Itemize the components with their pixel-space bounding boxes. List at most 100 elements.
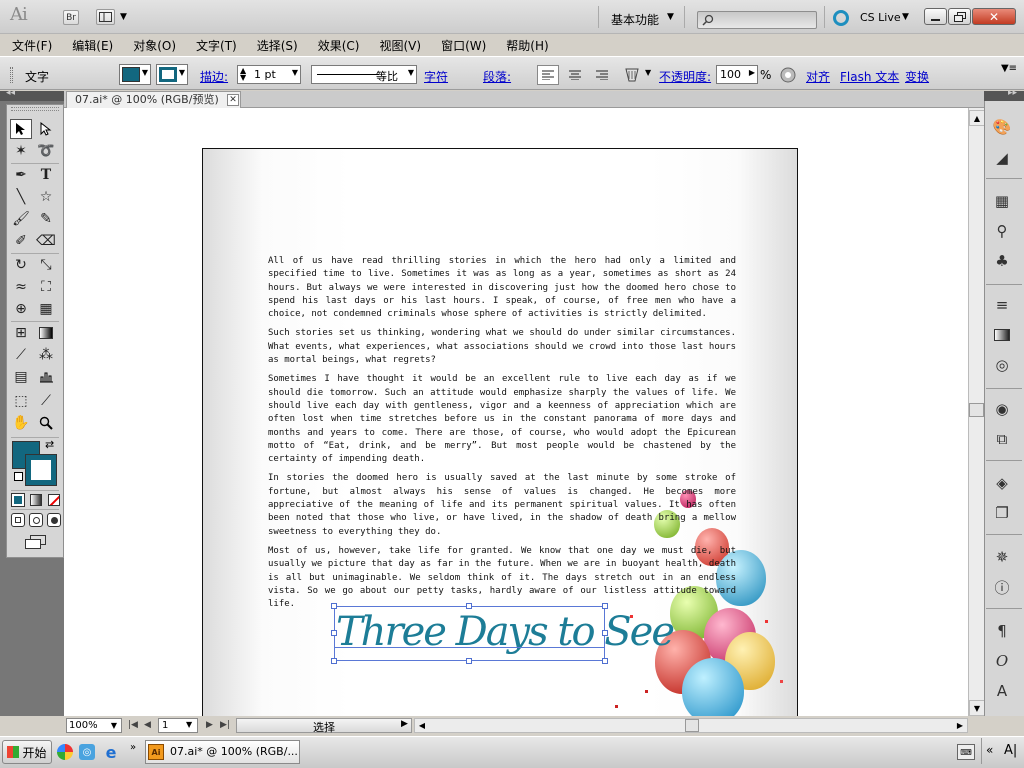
status-menu-arrow-icon[interactable]: ▶ (401, 719, 408, 729)
resize-handle-top-right[interactable] (602, 603, 608, 609)
magic-wand-tool-icon[interactable]: ✶ (10, 141, 32, 161)
perspective-grid-tool-icon[interactable]: ▦ (35, 299, 57, 319)
dropdown-arrow-icon[interactable]: ▼ (292, 68, 298, 77)
document-tab[interactable]: 07.ai* @ 100% (RGB/预览) ✕ (66, 91, 241, 108)
symbols-panel-icon[interactable]: ♣ (990, 250, 1014, 272)
color-panel-icon[interactable]: 🎨 (990, 116, 1014, 138)
minimize-button[interactable] (924, 8, 947, 25)
stroke-weight-field[interactable]: ▲ ▼ 1 pt ▼ (237, 65, 301, 84)
menu-object[interactable]: 对象(O) (121, 37, 184, 54)
brushes-panel-icon[interactable]: ⚲ (990, 220, 1014, 242)
graphic-styles-icon[interactable]: ⧉ (990, 428, 1014, 450)
pen-tool-icon[interactable]: ✒ (10, 165, 32, 185)
paragraph-panel-icon[interactable]: ¶ (990, 620, 1014, 642)
character-panel-link[interactable]: 字符 (424, 68, 448, 85)
cs-live-menu[interactable]: CS Live (860, 11, 901, 24)
arrange-documents-icon[interactable] (96, 9, 115, 25)
draw-inside-icon[interactable] (47, 513, 61, 527)
tray-expand-icon[interactable]: « (986, 743, 993, 757)
panel-grip[interactable] (11, 107, 59, 111)
cs-live-dropdown-icon[interactable]: ▼ (902, 12, 909, 22)
align-left-icon[interactable] (537, 65, 559, 85)
shape-builder-tool-icon[interactable]: ⊕ (10, 299, 32, 319)
cs-live-icon[interactable] (833, 10, 849, 26)
screen-mode-icon[interactable] (23, 533, 49, 551)
transform-panel-link[interactable]: 变换 (905, 68, 929, 85)
scroll-up-icon[interactable]: ▲ (969, 110, 985, 126)
menu-view[interactable]: 视图(V) (367, 37, 429, 54)
stroke-panel-link[interactable]: 描边: (200, 68, 228, 85)
align-center-icon[interactable] (565, 65, 585, 85)
control-panel-menu-icon[interactable]: ▼≡ (1000, 59, 1018, 77)
dropdown-arrow-icon[interactable]: ▼ (645, 68, 651, 77)
warp-tool-icon[interactable]: ≈ (10, 277, 32, 297)
artboards-panel-icon[interactable]: ❐ (990, 502, 1014, 524)
draw-behind-icon[interactable] (29, 513, 43, 527)
dropdown-arrow-icon[interactable]: ▼ (408, 68, 414, 77)
language-bar[interactable]: A| (1004, 743, 1017, 758)
close-window-button[interactable]: ✕ (972, 8, 1016, 25)
gradient-panel-icon[interactable] (990, 324, 1014, 346)
flash-text-link[interactable]: Flash 文本 (840, 68, 899, 85)
swap-colors-icon[interactable]: ⇄ (45, 438, 54, 451)
resize-handle-left[interactable] (331, 630, 337, 636)
scroll-right-icon[interactable]: ▶ (953, 719, 967, 732)
column-graph-tool-icon[interactable] (35, 367, 57, 387)
artboard-tool-icon[interactable]: ⬚ (10, 391, 32, 411)
horizontal-scrollbar[interactable]: ◀ ▶ (414, 718, 968, 733)
paintbrush-tool-icon[interactable]: 🖌 (10, 209, 32, 229)
menu-edit[interactable]: 编辑(E) (60, 37, 121, 54)
zoom-dropdown-icon[interactable]: ▼ (108, 719, 120, 732)
type-tool-icon[interactable]: T (35, 165, 57, 185)
menu-type[interactable]: 文字(T) (184, 37, 245, 54)
appearance-panel-icon[interactable]: ◉ (990, 398, 1014, 420)
draw-normal-icon[interactable] (11, 513, 25, 527)
stepper-icon[interactable]: ▲ ▼ (240, 67, 246, 82)
align-panel-link[interactable]: 对齐 (806, 68, 830, 85)
recolor-artwork-icon[interactable] (779, 66, 797, 84)
hand-tool-icon[interactable]: ✋ (10, 413, 32, 433)
first-page-icon[interactable]: |◀ (128, 720, 138, 730)
resize-handle-top[interactable] (466, 603, 472, 609)
body-text-frame[interactable]: All of us have read thrilling stories in… (268, 255, 736, 617)
direct-selection-tool-icon[interactable] (35, 119, 57, 139)
arrange-documents-arrow-icon[interactable]: ▼ (120, 12, 127, 22)
eraser-tool-icon[interactable]: ⌫ (35, 231, 57, 251)
pencil-tool-icon[interactable]: ✎ (35, 209, 57, 229)
next-page-icon[interactable]: ▶ (206, 720, 213, 730)
resize-handle-bottom-right[interactable] (602, 658, 608, 664)
scroll-down-icon[interactable]: ▼ (969, 700, 985, 716)
color-guide-icon[interactable]: ◢ (990, 147, 1014, 169)
vertical-scroll-thumb[interactable] (969, 403, 984, 417)
chrome-icon[interactable] (57, 744, 73, 760)
previous-page-icon[interactable]: ◀ (144, 720, 151, 730)
symbol-sprayer-tool-icon[interactable]: ▤ (10, 367, 32, 387)
help-search-input[interactable] (697, 11, 817, 29)
default-colors-icon[interactable] (14, 472, 23, 481)
resize-handle-bottom[interactable] (466, 658, 472, 664)
right-dock-header[interactable]: ▸▸ (984, 88, 1024, 101)
align-right-icon[interactable] (592, 65, 612, 85)
menu-select[interactable]: 选择(S) (245, 37, 306, 54)
zoom-tool-icon[interactable] (35, 413, 57, 433)
blob-brush-tool-icon[interactable]: ✐ (10, 231, 32, 251)
swatches-panel-icon[interactable]: ▦ (990, 190, 1014, 212)
menu-help[interactable]: 帮助(H) (494, 37, 556, 54)
layers-panel-icon[interactable]: ◈ (990, 472, 1014, 494)
horizontal-scroll-thumb[interactable] (685, 719, 699, 732)
keyboard-icon[interactable]: ⌨ (957, 744, 975, 760)
star-tool-icon[interactable]: ☆ (35, 187, 57, 207)
stroke-panel-icon[interactable]: ≡ (990, 294, 1014, 316)
tools-panel-header[interactable]: ◂◂ (0, 88, 64, 101)
media-player-icon[interactable]: ◎ (79, 744, 95, 760)
paragraph-panel-link[interactable]: 段落: (483, 68, 511, 85)
line-segment-tool-icon[interactable]: ╲ (10, 187, 32, 207)
opentype-panel-icon[interactable]: O (990, 650, 1014, 672)
restore-button[interactable] (948, 8, 971, 25)
selection-tool-icon[interactable] (10, 119, 32, 139)
control-bar-grip[interactable] (10, 67, 13, 83)
vertical-scrollbar[interactable]: ▲ ▼ (968, 108, 985, 716)
scale-tool-icon[interactable]: ⤡ (35, 255, 57, 275)
blend-tool-icon[interactable]: ⁂ (35, 345, 57, 365)
fill-color-dropdown[interactable]: ▼ (119, 64, 151, 85)
